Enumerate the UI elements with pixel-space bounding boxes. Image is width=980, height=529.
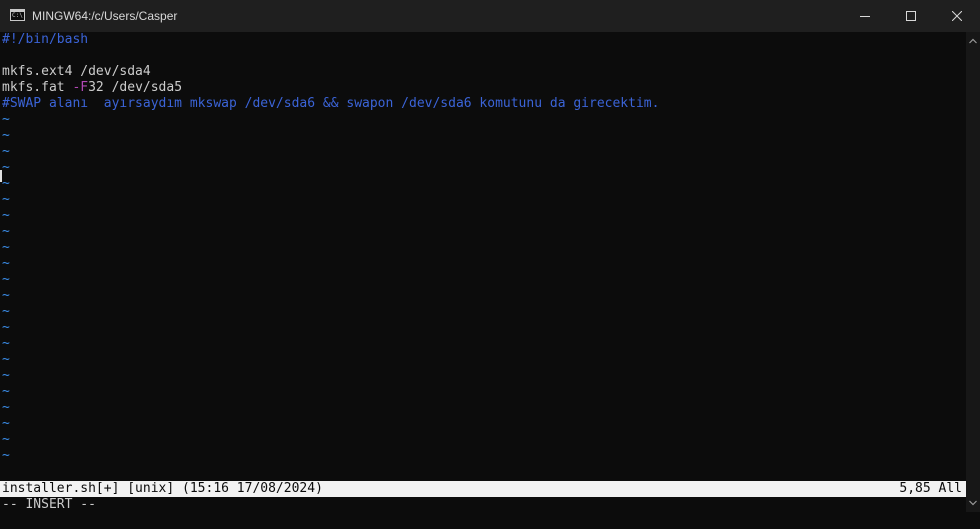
minimize-icon (860, 16, 870, 17)
statusline-file-info: installer.sh[+] [unix] (15:16 17/08/2024… (2, 481, 323, 496)
code-line-comment: #SWAP alanı ayırsaydım mkswap /dev/sda6 … (2, 96, 660, 111)
empty-line-tilde: ~ (2, 128, 10, 143)
empty-line-tilde: ~ (2, 288, 10, 303)
empty-line-tilde: ~ (2, 208, 10, 223)
code-line: mkfs.fat -F32 /dev/sda5 (2, 80, 182, 96)
empty-line-tilde: ~ (2, 256, 10, 271)
scroll-down-arrow-icon[interactable] (969, 500, 977, 506)
empty-line-tilde: ~ (2, 224, 10, 239)
empty-line-tilde: ~ (2, 272, 10, 287)
empty-line-tilde: ~ (2, 320, 10, 335)
minimize-button[interactable] (842, 0, 888, 32)
vim-statusline: installer.sh[+] [unix] (15:16 17/08/2024… (0, 481, 966, 497)
code-text: mkfs.ext4 /dev/sda4 (2, 64, 151, 79)
empty-line-tilde: ~ (2, 304, 10, 319)
empty-line-tilde: ~ (2, 336, 10, 351)
title-bar: C:\ MINGW64:/c/Users/Casper (0, 0, 980, 32)
empty-line-tilde: ~ (2, 352, 10, 367)
terminal-icon[interactable]: C:\ (10, 9, 25, 21)
empty-line-tilde: ~ (2, 432, 10, 447)
empty-line-tilde: ~ (2, 176, 10, 191)
statusline-position: 5,85 All (899, 481, 962, 496)
vertical-scrollbar[interactable] (966, 32, 980, 512)
empty-line-tilde: ~ (2, 416, 10, 431)
maximize-icon (906, 11, 916, 21)
close-button[interactable] (934, 0, 980, 32)
code-line: mkfs.ext4 /dev/sda4 (2, 64, 151, 80)
vim-editor-area[interactable]: #!/bin/bash mkfs.ext4 /dev/sda4 mkfs.fat -… (0, 32, 966, 512)
empty-line-tilde: ~ (2, 192, 10, 207)
close-icon (952, 11, 962, 21)
code-text: mkfs.fat (2, 80, 73, 95)
empty-line-tilde: ~ (2, 240, 10, 255)
maximize-button[interactable] (888, 0, 934, 32)
empty-line-tilde: ~ (2, 400, 10, 415)
empty-line-tilde: ~ (2, 160, 10, 175)
scroll-up-arrow-icon[interactable] (969, 38, 977, 44)
empty-line-tilde: ~ (2, 144, 10, 159)
empty-line-tilde: ~ (2, 112, 10, 127)
code-flag: -F (72, 80, 89, 95)
empty-line-tilde: ~ (2, 384, 10, 399)
empty-line-tilde: ~ (2, 448, 10, 463)
window-title: MINGW64:/c/Users/Casper (32, 9, 178, 23)
code-line-comment: #!/bin/bash (2, 32, 89, 47)
empty-line-tilde: ~ (2, 368, 10, 383)
vim-mode-indicator: -- INSERT -- (2, 497, 96, 512)
code-text: 32 /dev/sda5 (88, 80, 183, 95)
terminal-icon-glyph: C:\ (12, 12, 23, 19)
